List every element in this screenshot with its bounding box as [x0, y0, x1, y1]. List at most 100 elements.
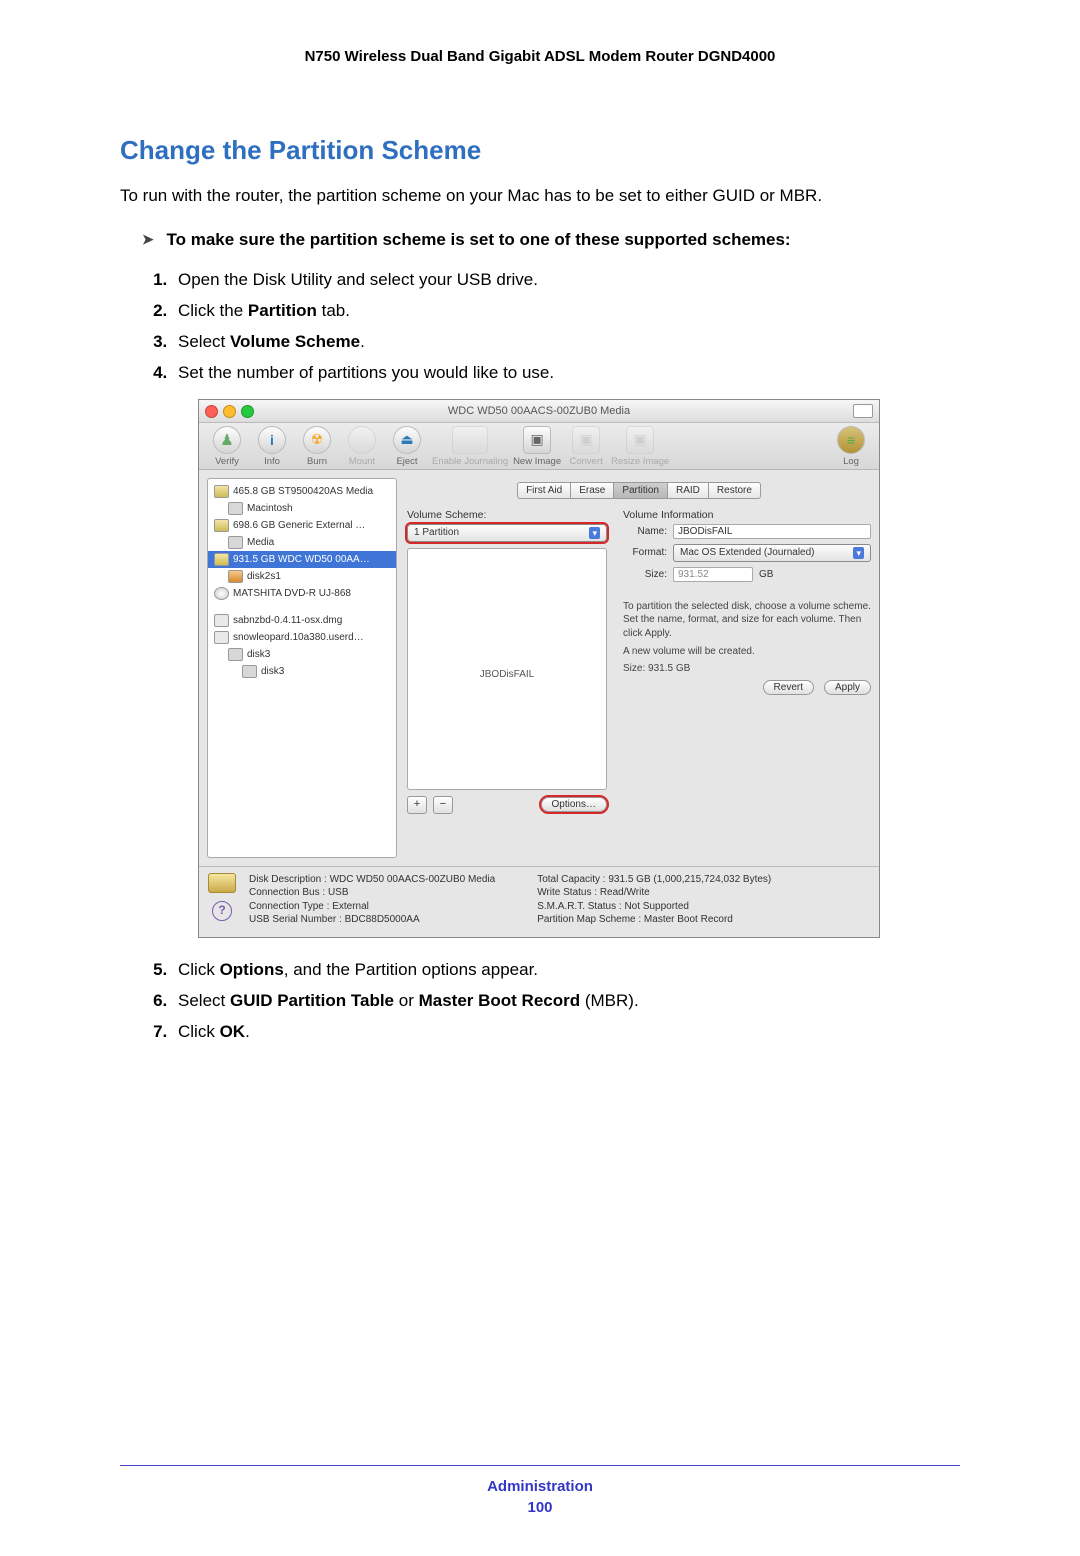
- disk-info-footer: ? Disk Description : WDC WD50 00AACS-00Z…: [199, 866, 879, 937]
- disk-image-icon: [214, 631, 229, 644]
- help-icon[interactable]: ?: [212, 901, 232, 921]
- info-icon: i: [270, 432, 274, 448]
- task-arrow-icon: ➤: [142, 231, 154, 248]
- size-unit: GB: [759, 569, 773, 580]
- format-popup[interactable]: Mac OS Extended (Journaled)▾: [673, 544, 871, 562]
- section-title: Change the Partition Scheme: [120, 135, 960, 166]
- tab-restore[interactable]: Restore: [709, 482, 761, 499]
- toolbar: ♟Verify iInfo ☢Burn Mount ⏏Eject Enable …: [199, 423, 879, 470]
- convert-icon: ▣: [572, 426, 600, 454]
- page-number: 100: [120, 1499, 960, 1516]
- partition-label: JBODisFAIL: [408, 669, 606, 680]
- remove-partition-button[interactable]: −: [433, 796, 453, 814]
- sidebar-item-vol[interactable]: disk3: [208, 646, 396, 663]
- volume-icon: [242, 665, 257, 678]
- sidebar-item-vol[interactable]: Macintosh: [208, 500, 396, 517]
- tab-partition[interactable]: Partition: [614, 482, 668, 499]
- tb-verify[interactable]: ♟Verify: [205, 426, 249, 467]
- volume-info-label: Volume Information: [623, 509, 871, 521]
- tab-raid[interactable]: RAID: [668, 482, 709, 499]
- minimize-icon[interactable]: [223, 405, 236, 418]
- step-3: Select Volume Scheme.: [172, 328, 960, 355]
- format-label: Format:: [623, 547, 667, 558]
- verify-icon: ♟: [220, 431, 233, 449]
- size-label: Size:: [623, 569, 667, 580]
- volume-icon: [228, 536, 243, 549]
- close-icon[interactable]: [205, 405, 218, 418]
- footer-rule: [120, 1465, 960, 1466]
- sidebar-item-disk[interactable]: 465.8 GB ST9500420AS Media: [208, 483, 396, 500]
- external-disk-icon: [214, 519, 229, 532]
- sidebar-item-disk[interactable]: 698.6 GB Generic External …: [208, 517, 396, 534]
- volume-icon: [228, 502, 243, 515]
- step-5: Click Options, and the Partition options…: [172, 956, 960, 983]
- disk-utility-screenshot: WDC WD50 00AACS-00ZUB0 Media ♟Verify iIn…: [198, 399, 880, 938]
- task-text: To make sure the partition scheme is set…: [166, 230, 790, 249]
- toolbar-toggle-icon[interactable]: [853, 404, 873, 418]
- window-titlebar: WDC WD50 00AACS-00ZUB0 Media: [199, 400, 879, 423]
- tab-first-aid[interactable]: First Aid: [517, 482, 571, 499]
- tb-log[interactable]: ≡Log: [829, 426, 873, 467]
- sidebar-item-image[interactable]: snowleopard.10a380.userd…: [208, 629, 396, 646]
- internal-disk-icon: [214, 485, 229, 498]
- tb-enable-journaling: Enable Journaling: [430, 426, 510, 467]
- tb-eject[interactable]: ⏏Eject: [385, 426, 429, 467]
- tab-erase[interactable]: Erase: [571, 482, 614, 499]
- window-title: WDC WD50 00AACS-00ZUB0 Media: [199, 405, 879, 417]
- tb-new-image[interactable]: ▣New Image: [511, 426, 563, 467]
- intro-text: To run with the router, the partition sc…: [120, 184, 960, 208]
- optical-drive-icon: [214, 587, 229, 600]
- eject-icon: ⏏: [400, 431, 413, 448]
- resize-image-icon: ▣: [626, 426, 654, 454]
- footer-section: Administration: [487, 1478, 593, 1495]
- step-1: Open the Disk Utility and select your US…: [172, 266, 960, 293]
- tb-info[interactable]: iInfo: [250, 426, 294, 467]
- new-image-icon: ▣: [523, 426, 551, 454]
- disk-sidebar[interactable]: 465.8 GB ST9500420AS Media Macintosh 698…: [207, 478, 397, 858]
- log-icon: ≡: [837, 426, 865, 454]
- tabs: First Aid Erase Partition RAID Restore: [407, 482, 871, 499]
- partition-layout[interactable]: JBODisFAIL: [407, 548, 607, 790]
- name-field[interactable]: JBODisFAIL: [673, 524, 871, 539]
- volume-icon: [228, 648, 243, 661]
- sidebar-item-vol[interactable]: disk2s1: [208, 568, 396, 585]
- sidebar-item-vol[interactable]: Media: [208, 534, 396, 551]
- steps-list-1: Open the Disk Utility and select your US…: [172, 266, 960, 387]
- sidebar-item-image[interactable]: sabnzbd-0.4.11-osx.dmg: [208, 612, 396, 629]
- page-footer: Administration 100: [120, 1478, 960, 1516]
- volume-scheme-label: Volume Scheme:: [407, 509, 607, 521]
- step-6: Select GUID Partition Table or Master Bo…: [172, 987, 960, 1014]
- volume-scheme-value: 1 Partition: [414, 527, 459, 538]
- name-label: Name:: [623, 526, 667, 537]
- apply-button[interactable]: Apply: [824, 680, 871, 695]
- volume-scheme-popup[interactable]: 1 Partition ▾: [407, 524, 607, 542]
- options-button[interactable]: Options…: [541, 797, 607, 812]
- new-volume-note-2: Size: 931.5 GB: [623, 663, 871, 674]
- revert-button[interactable]: Revert: [763, 680, 814, 695]
- new-volume-note-1: A new volume will be created.: [623, 646, 871, 657]
- sidebar-item-vol[interactable]: disk3: [208, 663, 396, 680]
- disk-image-icon: [214, 614, 229, 627]
- add-partition-button[interactable]: +: [407, 796, 427, 814]
- tb-mount: Mount: [340, 426, 384, 467]
- chevron-updown-icon: ▾: [589, 527, 600, 539]
- task-heading: ➤ To make sure the partition scheme is s…: [142, 230, 960, 250]
- burn-icon: ☢: [311, 431, 324, 448]
- external-disk-icon: [214, 553, 229, 566]
- tb-resize-image: ▣Resize Image: [609, 426, 671, 467]
- partition-instructions: To partition the selected disk, choose a…: [623, 600, 871, 641]
- tb-convert: ▣Convert: [564, 426, 608, 467]
- disk-icon: [208, 873, 236, 893]
- step-2: Click the Partition tab.: [172, 297, 960, 324]
- chevron-updown-icon: ▾: [853, 547, 864, 559]
- size-field[interactable]: 931.52: [673, 567, 753, 582]
- sidebar-item-optical[interactable]: MATSHITA DVD-R UJ-868: [208, 585, 396, 602]
- doc-header: N750 Wireless Dual Band Gigabit ADSL Mod…: [120, 48, 960, 65]
- zoom-icon[interactable]: [241, 405, 254, 418]
- tb-burn[interactable]: ☢Burn: [295, 426, 339, 467]
- step-7: Click OK.: [172, 1018, 960, 1045]
- sidebar-item-selected[interactable]: 931.5 GB WDC WD50 00AA…: [208, 551, 396, 568]
- volume-icon: [228, 570, 243, 583]
- steps-list-2: Click Options, and the Partition options…: [172, 956, 960, 1046]
- step-4: Set the number of partitions you would l…: [172, 359, 960, 386]
